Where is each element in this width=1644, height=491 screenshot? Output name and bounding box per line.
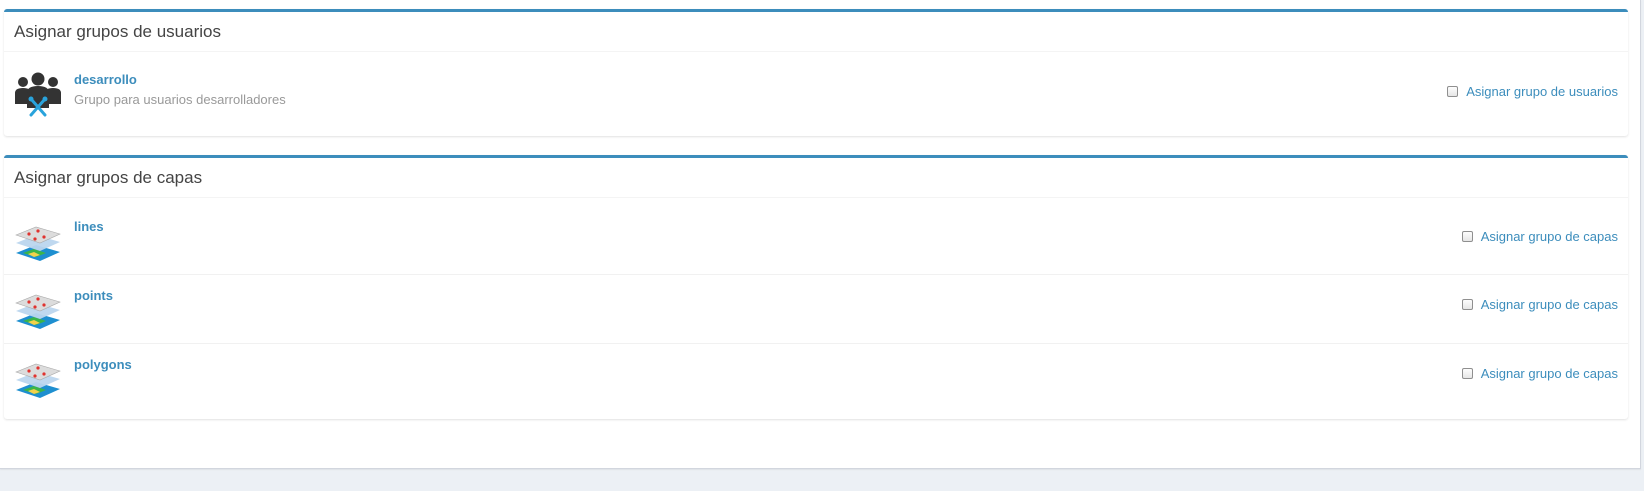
- user-group-name[interactable]: desarrollo: [74, 72, 137, 87]
- user-groups-box: Asignar grupos de usuarios desarrollo Gr…: [4, 9, 1628, 136]
- assign-layer-group-label[interactable]: Asignar grupo de capas: [1481, 229, 1618, 244]
- map-layers-icon: [14, 292, 62, 335]
- layer-groups-header: Asignar grupos de capas: [4, 158, 1628, 198]
- users-tools-icon: [14, 71, 62, 122]
- assign-user-group-label[interactable]: Asignar grupo de usuarios: [1466, 84, 1618, 99]
- layer-group-name[interactable]: points: [74, 288, 113, 303]
- assign-layer-group-checkbox[interactable]: [1461, 231, 1473, 242]
- assign-layer-group-toggle[interactable]: Asignar grupo de capas: [1461, 366, 1618, 381]
- user-group-item-desarrollo: desarrollo Grupo para usuarios desarroll…: [4, 52, 1628, 136]
- layer-group-item-lines: lines Asignar grupo de capas: [4, 198, 1628, 275]
- assign-user-group-toggle[interactable]: Asignar grupo de usuarios: [1447, 84, 1618, 99]
- user-groups-header: Asignar grupos de usuarios: [4, 12, 1628, 52]
- assign-layer-group-checkbox[interactable]: [1461, 368, 1473, 379]
- assign-layer-group-label[interactable]: Asignar grupo de capas: [1481, 297, 1618, 312]
- layer-group-name[interactable]: lines: [74, 219, 104, 234]
- layer-group-item-polygons: polygons Asignar grupo de capas: [4, 344, 1628, 418]
- assign-layer-group-label[interactable]: Asignar grupo de capas: [1481, 366, 1618, 381]
- user-group-description: Grupo para usuarios desarrolladores: [74, 92, 286, 107]
- map-layers-icon: [14, 224, 62, 267]
- assign-layer-group-toggle[interactable]: Asignar grupo de capas: [1461, 297, 1618, 312]
- layer-group-name[interactable]: polygons: [74, 357, 132, 372]
- assign-layer-group-toggle[interactable]: Asignar grupo de capas: [1461, 229, 1618, 244]
- layer-groups-box: Asignar grupos de capas lines Asignar gr…: [4, 155, 1628, 419]
- layer-groups-title: Asignar grupos de capas: [14, 167, 203, 187]
- user-groups-title: Asignar grupos de usuarios: [14, 21, 221, 41]
- content-panel: Asignar grupos de usuarios desarrollo Gr…: [0, 0, 1641, 469]
- assign-user-group-checkbox[interactable]: [1447, 86, 1459, 97]
- assign-layer-group-checkbox[interactable]: [1461, 299, 1473, 310]
- map-layers-icon: [14, 361, 62, 404]
- layer-group-item-points: points Asignar grupo de capas: [4, 275, 1628, 344]
